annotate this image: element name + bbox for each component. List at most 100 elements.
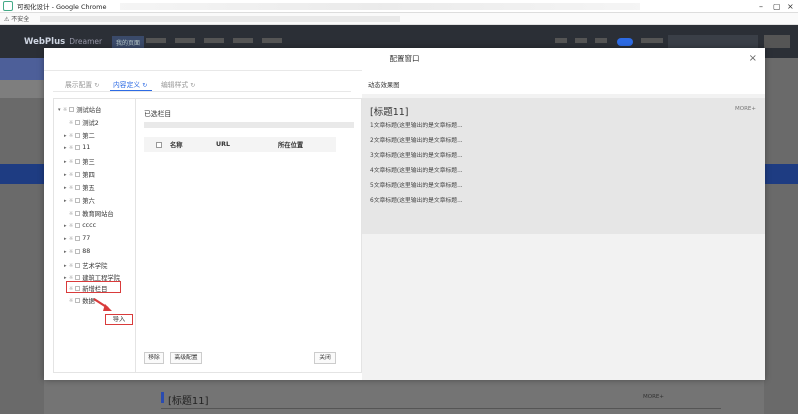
nav-item[interactable]	[233, 38, 253, 43]
tree-checkbox[interactable]	[75, 236, 81, 241]
tree-node-data[interactable]: ※ 数据	[64, 296, 95, 306]
brand-sub: Dreamer	[69, 37, 103, 46]
header-action[interactable]	[575, 38, 587, 43]
tree-node[interactable]: ▸ ※ 11	[64, 144, 90, 151]
selected-columns-title: 已选栏目	[144, 110, 172, 118]
node-type-icon: ※	[69, 184, 74, 191]
security-label: 不安全	[11, 16, 30, 23]
advanced-config-button[interactable]: 高级配置	[170, 352, 202, 364]
tab-label: 编辑样式	[161, 81, 189, 89]
security-indicator[interactable]: ⚠ 不安全	[4, 14, 29, 23]
tree-node-label: 77	[82, 235, 91, 242]
node-type-icon: ※	[69, 248, 74, 255]
window-title: 可视化设计 - Google Chrome	[17, 3, 107, 11]
tree-node-root[interactable]: ▾ ※ 测试站台	[58, 105, 102, 115]
minimize-icon[interactable]: –	[759, 2, 763, 11]
tab-edit-style[interactable]: 编辑样式 ↻	[161, 79, 195, 89]
tree-checkbox[interactable]	[75, 275, 81, 280]
tree-checkbox[interactable]	[75, 198, 81, 203]
brand-name: WebPlus	[24, 37, 66, 47]
tree-node-label: 11	[82, 144, 91, 151]
tree-node[interactable]: ※ 测试2	[64, 118, 99, 128]
tree-checkbox[interactable]	[75, 172, 81, 177]
bg-heading: [标题11]	[168, 396, 209, 407]
address-bar[interactable]: ⚠ 不安全	[0, 13, 798, 25]
tree-node-label: 教育网站台	[82, 211, 114, 218]
tree-checkbox[interactable]	[75, 223, 81, 228]
window-close-icon[interactable]: ×	[787, 2, 794, 11]
tree-node[interactable]: ※ 教育网站台	[64, 209, 114, 219]
header-action[interactable]	[555, 38, 567, 43]
tree-node[interactable]: ▸ ※ 77	[64, 235, 90, 242]
nav-item[interactable]	[146, 38, 166, 43]
tree-checkbox[interactable]	[75, 249, 81, 254]
tab-label: 展示配置	[65, 81, 93, 89]
tree-node-label: 测试2	[82, 120, 99, 127]
tree-node-label: 艺术学院	[82, 263, 108, 270]
page-select[interactable]	[668, 35, 758, 48]
tree-node[interactable]: ▸ ※ 艺术学院	[64, 261, 108, 271]
node-type-icon: ※	[69, 119, 74, 126]
preview-list-item: 3文章标题(这里输出的是文章标题...	[370, 153, 463, 159]
tree-node[interactable]: ▸ ※ 88	[64, 248, 90, 255]
modal-close-icon[interactable]: ×	[749, 54, 757, 64]
bg-sidebar-panel	[0, 80, 44, 98]
remove-button[interactable]: 移除	[144, 352, 164, 364]
tree-checkbox[interactable]	[75, 159, 81, 164]
tree-node[interactable]: ▸ ※ 第六	[64, 196, 95, 206]
tree-checkbox[interactable]	[75, 185, 81, 190]
preview-list-item: 4文章标题(这里输出的是文章标题...	[370, 168, 463, 174]
preview-list-item: 5文章标题(这里输出的是文章标题...	[370, 183, 463, 189]
tree-checkbox[interactable]	[75, 133, 81, 138]
annotation-arrow-icon	[93, 298, 112, 311]
tree-node[interactable]: ▸ ※ 第四	[64, 170, 95, 180]
node-type-icon: ※	[69, 210, 74, 217]
preview-list-item: 6文章标题(这里输出的是文章标题...	[370, 198, 463, 204]
tab-label: 内容定义	[113, 81, 141, 89]
nav-item[interactable]	[204, 38, 224, 43]
tree-checkbox[interactable]	[75, 145, 81, 150]
table-header: 名称 URL 所在位置	[144, 137, 336, 152]
node-type-icon: ※	[69, 132, 74, 139]
tree-checkbox[interactable]	[75, 298, 81, 303]
tab-content-definition[interactable]: 内容定义 ↻	[113, 79, 147, 89]
select-all-checkbox[interactable]	[156, 141, 162, 148]
tree-node-label: 第五	[82, 185, 95, 192]
header-label	[641, 38, 663, 43]
tree-node[interactable]: ▸ ※ 第二	[64, 131, 95, 141]
header-button[interactable]	[764, 35, 790, 48]
node-type-icon: ※	[69, 262, 74, 269]
tree-checkbox[interactable]	[69, 107, 75, 112]
column-header-name: 名称	[170, 142, 183, 149]
node-type-icon: ※	[69, 297, 74, 304]
tab-display-config[interactable]: 展示配置 ↻	[65, 79, 99, 89]
tree-node-label: 第二	[82, 133, 95, 140]
tree-node[interactable]: ▸ ※ 第五	[64, 183, 95, 193]
header-action[interactable]	[595, 38, 607, 43]
node-type-icon: ※	[63, 106, 68, 113]
preview-header: 动态效果图	[362, 70, 765, 94]
tree-node-label: 第四	[82, 172, 95, 179]
nav-item[interactable]	[175, 38, 195, 43]
nav-item[interactable]	[262, 38, 282, 43]
app-favicon-icon	[3, 1, 13, 11]
highlight-box	[105, 314, 133, 325]
tree-checkbox[interactable]	[75, 120, 81, 125]
refresh-icon: ↻	[94, 82, 100, 89]
node-type-icon: ※	[69, 197, 74, 204]
tree-divider	[135, 98, 136, 373]
bg-more-link: MORE+	[643, 394, 664, 400]
tree-node[interactable]: ▸ ※ 第三	[64, 157, 95, 167]
tree-checkbox[interactable]	[75, 211, 81, 216]
maximize-icon[interactable]: ▢	[773, 2, 781, 11]
brand-logo: WebPlus Dreamer	[24, 37, 102, 47]
close-button[interactable]: 关闭	[314, 352, 336, 364]
node-type-icon: ※	[69, 171, 74, 178]
design-toggle[interactable]	[617, 38, 633, 46]
tree-node[interactable]: ▸ ※ cccc	[64, 222, 96, 229]
tree-node-label: cccc	[82, 222, 97, 229]
preview-more-link[interactable]: MORE+	[735, 106, 756, 112]
tree-node-label: 测试站台	[76, 107, 102, 114]
tree-checkbox[interactable]	[75, 263, 81, 268]
column-header-location: 所在位置	[278, 142, 304, 149]
